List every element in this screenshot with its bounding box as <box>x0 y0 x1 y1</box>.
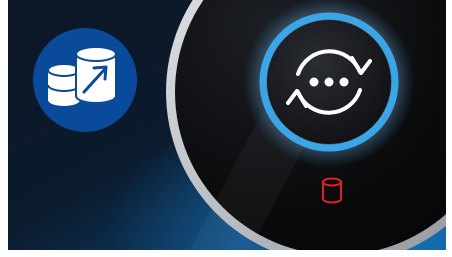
illustration-scene <box>8 0 446 250</box>
sync-button[interactable] <box>243 0 415 168</box>
illustration-canvas <box>0 0 452 257</box>
database-migration-badge <box>33 28 137 132</box>
